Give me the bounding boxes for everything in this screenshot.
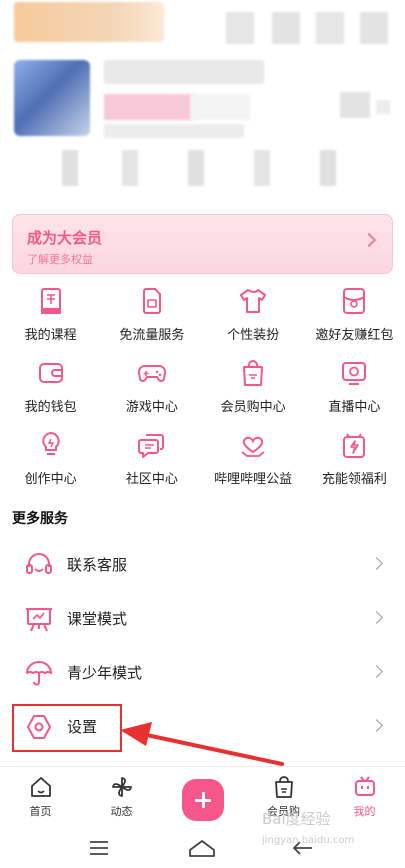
- grid-item-label: 个性装扮: [227, 328, 280, 343]
- profile-name-blurred: [104, 60, 264, 84]
- course-icon: [40, 288, 61, 314]
- grid-item-label: 我的钱包: [24, 400, 77, 415]
- lightbulb-icon: [41, 431, 60, 455]
- grid-item-label: 充能领福利: [321, 472, 387, 487]
- grid-item-label: 创作中心: [24, 472, 77, 487]
- profile-link-blurred[interactable]: [376, 100, 390, 114]
- grid-item-wallet[interactable]: 我的钱包: [0, 354, 101, 426]
- watermark-sub: jingyan.baidu.com: [262, 835, 355, 846]
- watermark-text: Bai度经验: [262, 810, 331, 828]
- chevron-right-icon: [370, 665, 383, 678]
- grid-item-dress-up[interactable]: 个性装扮: [203, 282, 304, 354]
- pinwheel-icon: [111, 777, 132, 797]
- header-icon-blurred[interactable]: [360, 12, 388, 44]
- tv-icon: [354, 776, 375, 796]
- shopping-bag-icon: [274, 776, 293, 798]
- stat-blurred[interactable]: [188, 150, 204, 186]
- profile-info-blurred: [104, 124, 244, 138]
- list-item-label: 青少年模式: [67, 664, 143, 682]
- wallet-icon: [38, 363, 63, 383]
- chevron-right-icon: [370, 611, 383, 624]
- stat-blurred[interactable]: [320, 150, 336, 186]
- vip-banner[interactable]: 成为大会员 了解更多权益: [12, 214, 393, 274]
- grid-item-label: 社区中心: [125, 472, 178, 487]
- stat-blurred[interactable]: [62, 150, 78, 186]
- nav-item-publish[interactable]: [162, 767, 243, 826]
- red-envelope-icon: [343, 288, 366, 314]
- profile-header-blurred: [0, 0, 405, 205]
- grid-item-member-shop[interactable]: 会员购中心: [203, 354, 304, 426]
- headset-icon: [26, 553, 52, 574]
- stat-blurred[interactable]: [254, 150, 270, 186]
- sim-card-icon: [142, 288, 161, 314]
- vip-banner-title: 成为大会员: [27, 229, 103, 247]
- grid-item-charge-rewards[interactable]: 充能领福利: [304, 426, 405, 498]
- profile-badge-blurred: [190, 94, 250, 120]
- annotation-arrow-icon: [120, 722, 284, 766]
- list-item-teen-mode[interactable]: 青少年模式: [0, 646, 405, 700]
- grid-item-game-center[interactable]: 游戏中心: [101, 354, 202, 426]
- grid-item-label: 直播中心: [328, 400, 381, 415]
- grid-item-live-center[interactable]: 直播中心: [304, 354, 405, 426]
- list-item-label: 课堂模式: [67, 610, 128, 628]
- grid-item-label: 会员购中心: [220, 400, 286, 415]
- header-icon-blurred[interactable]: [226, 12, 254, 44]
- shopping-bag-icon: [243, 360, 264, 386]
- umbrella-icon: [26, 661, 52, 686]
- grid-item-my-course[interactable]: 我的课程: [0, 282, 101, 354]
- grid-item-label: 邀好友赚红包: [315, 328, 394, 343]
- header-icon-blurred[interactable]: [316, 12, 344, 44]
- grid-item-free-data[interactable]: 免流量服务: [101, 282, 202, 354]
- header-icon-blurred[interactable]: [272, 12, 300, 44]
- chat-bubbles-icon: [137, 434, 164, 458]
- live-tv-icon: [342, 362, 367, 385]
- profile-link-blurred[interactable]: [340, 92, 370, 118]
- avatar[interactable]: [14, 60, 90, 136]
- username-blurred: [14, 2, 164, 42]
- classroom-icon: [26, 608, 52, 632]
- watermark: Bai度经验 jingyan.baidu.com: [262, 808, 354, 847]
- tshirt-icon: [240, 289, 267, 313]
- annotation-highlight-box: [12, 704, 122, 752]
- heart-hands-icon: [241, 436, 265, 457]
- vip-banner-subtitle: 了解更多权益: [27, 253, 93, 266]
- menu-icon[interactable]: [88, 840, 110, 856]
- list-item-label: 联系客服: [67, 556, 128, 574]
- list-item-customer-service[interactable]: 联系客服: [0, 538, 405, 592]
- grid-item-charity[interactable]: 哔哩哔哩公益: [203, 426, 304, 498]
- nav-item-label: 动态: [110, 805, 133, 818]
- gamepad-icon: [137, 364, 166, 382]
- grid-item-label: 免流量服务: [119, 328, 185, 343]
- grid-item-label: 游戏中心: [125, 400, 178, 415]
- home-button-icon[interactable]: [188, 838, 216, 858]
- chevron-right-icon: [361, 232, 377, 248]
- chevron-right-icon: [370, 719, 383, 732]
- charge-gift-icon: [343, 433, 366, 458]
- profile-badge-blurred: [104, 94, 194, 120]
- nav-item-dynamic[interactable]: 动态: [81, 767, 162, 826]
- nav-item-home[interactable]: 首页: [0, 767, 81, 826]
- section-title-more-services: 更多服务: [12, 511, 68, 527]
- chevron-right-icon: [370, 557, 383, 570]
- home-icon: [30, 777, 51, 797]
- feature-grid: 我的课程 免流量服务 个性装扮 邀好友赚红包 我的钱包 游戏中心 会员购中心 直…: [0, 282, 405, 498]
- grid-item-invite-friends[interactable]: 邀好友赚红包: [304, 282, 405, 354]
- stat-blurred[interactable]: [122, 150, 138, 186]
- grid-item-label: 我的课程: [24, 328, 77, 343]
- grid-item-label: 哔哩哔哩公益: [214, 472, 293, 487]
- grid-item-creator-center[interactable]: 创作中心: [0, 426, 101, 498]
- plus-icon[interactable]: [181, 779, 224, 821]
- grid-item-community[interactable]: 社区中心: [101, 426, 202, 498]
- list-item-classroom-mode[interactable]: 课堂模式: [0, 592, 405, 646]
- nav-item-label: 首页: [29, 805, 52, 818]
